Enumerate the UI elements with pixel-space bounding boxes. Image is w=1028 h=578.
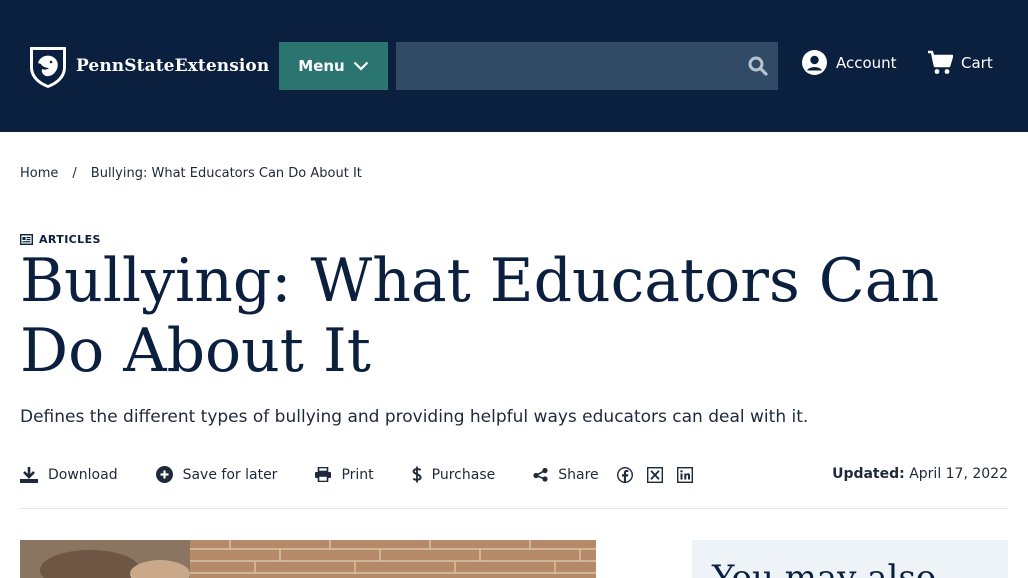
- download-button[interactable]: Download: [20, 466, 118, 483]
- updated-date: Updated: April 17, 2022: [832, 466, 1008, 482]
- cart-link[interactable]: Cart: [927, 50, 993, 75]
- related-content-card: You may also: [692, 540, 1008, 578]
- breadcrumb-separator: /: [72, 166, 77, 181]
- share-icon: [533, 467, 548, 482]
- brand-name: PennStateExtension: [76, 56, 270, 76]
- article-hero-image: [20, 540, 596, 578]
- account-icon: [802, 50, 827, 75]
- purchase-button[interactable]: Purchase: [412, 466, 496, 483]
- article-type-label: ARTICLES: [39, 233, 101, 246]
- article-summary: Defines the different types of bullying …: [20, 407, 809, 427]
- print-label: Print: [341, 466, 374, 483]
- download-label: Download: [48, 466, 118, 483]
- cart-icon: [928, 50, 953, 74]
- chevron-down-icon: [353, 61, 369, 71]
- share-label: Share: [558, 466, 599, 483]
- facebook-icon[interactable]: [616, 466, 633, 483]
- print-button[interactable]: Print: [315, 466, 374, 483]
- article-type-tag[interactable]: ARTICLES: [20, 233, 101, 246]
- dollar-icon: [412, 466, 422, 483]
- site-header: PennStateExtension Menu Account Cart: [0, 0, 1028, 132]
- penn-state-shield-icon: [30, 47, 66, 88]
- purchase-label: Purchase: [431, 466, 496, 483]
- site-logo[interactable]: PennStateExtension: [26, 43, 269, 89]
- search-bar: [396, 42, 778, 90]
- article-icon: [20, 234, 33, 245]
- search-button[interactable]: [738, 42, 778, 90]
- account-label: Account: [836, 53, 897, 72]
- menu-label: Menu: [298, 57, 345, 75]
- save-for-later-label: Save for later: [182, 466, 278, 483]
- menu-button[interactable]: Menu: [279, 42, 388, 90]
- social-links: [616, 466, 693, 483]
- section-divider: [20, 508, 1008, 509]
- breadcrumb-home-link[interactable]: Home: [20, 166, 58, 181]
- linkedin-icon[interactable]: [676, 466, 693, 483]
- updated-value: April 17, 2022: [909, 466, 1008, 482]
- x-icon[interactable]: [646, 466, 663, 483]
- cart-label: Cart: [961, 53, 993, 72]
- brick-wall-photo: [20, 540, 596, 578]
- search-icon: [748, 56, 768, 76]
- download-icon: [20, 467, 38, 483]
- article-actions: Download Save for later Print Purchase S…: [20, 466, 693, 483]
- save-for-later-button[interactable]: Save for later: [155, 466, 278, 483]
- print-icon: [315, 467, 332, 482]
- updated-label: Updated:: [832, 466, 905, 482]
- breadcrumb-current: Bullying: What Educators Can Do About It: [90, 166, 362, 181]
- plus-circle-icon: [155, 466, 173, 483]
- account-link[interactable]: Account: [802, 50, 897, 75]
- page-title: Bullying: What Educators Can Do About It: [20, 246, 940, 386]
- share-group: Share: [533, 466, 693, 483]
- breadcrumb: Home / Bullying: What Educators Can Do A…: [20, 166, 362, 181]
- related-card-title: You may also: [712, 558, 937, 578]
- search-input[interactable]: [396, 42, 738, 90]
